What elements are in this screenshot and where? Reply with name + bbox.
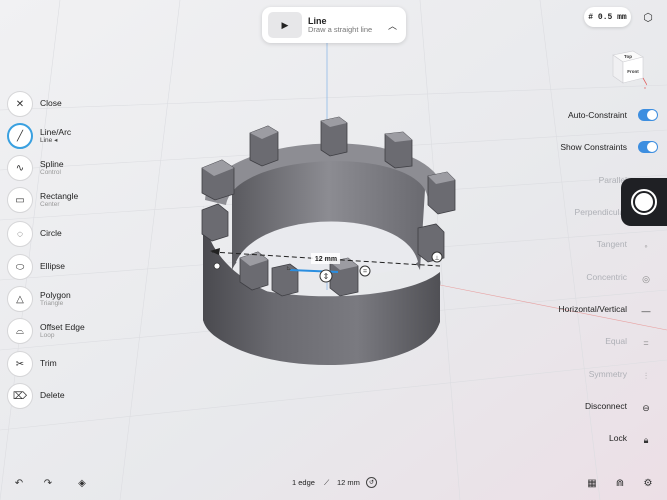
snap-magnet-icon[interactable]: ⋒ (610, 474, 630, 492)
undo-icon[interactable]: ↶ (9, 474, 29, 492)
tool-label: Delete (40, 390, 65, 401)
lock-icon: 🔒︎ (643, 434, 649, 445)
equal-icon: = (363, 269, 367, 276)
constraint-concentric[interactable]: Concentric (586, 272, 627, 288)
tool-line-arc[interactable]: ╱ Line/Arc Line ◂ (7, 122, 127, 150)
edge-length: 12 mm (337, 478, 360, 487)
polygon-icon: △ (7, 286, 33, 312)
tool-label: Ellipse (40, 261, 66, 272)
tool-label: Close (40, 98, 62, 109)
perpendicular-icon: ⊥ (434, 255, 439, 262)
tool-label: Rectangle (40, 190, 79, 201)
constraint-disconnect[interactable]: Disconnect (585, 401, 627, 417)
view-cube-front-label: Front (627, 69, 639, 74)
layers-icon[interactable]: ◈ (72, 474, 92, 492)
angle-marker-icon: ⊾ (286, 265, 292, 272)
view-cube-x-label: x (644, 85, 646, 90)
auto-constraint-toggle[interactable] (638, 109, 658, 121)
record-icon (631, 189, 657, 215)
grid-size-label: # 0.5 mm (588, 12, 627, 22)
selection-status: 1 edge (292, 478, 315, 487)
tool-label: Polygon (40, 289, 71, 300)
settings-gear-icon[interactable]: ⚙ (638, 474, 658, 492)
tool-description: Draw a straight line (308, 24, 373, 34)
concentric-icon: ◎ (642, 273, 650, 284)
record-button[interactable] (621, 178, 667, 226)
close-icon: ✕ (7, 91, 33, 117)
dimension-label[interactable]: 12 mm (315, 256, 337, 263)
ellipse-icon: ⬭ (7, 254, 33, 280)
constraint-tangent[interactable]: Tangent (597, 239, 627, 255)
line-icon: ╱ (7, 123, 33, 149)
show-constraints-toggle[interactable] (638, 141, 658, 153)
equal-icon: = (643, 338, 649, 348)
spline-icon: ∿ (7, 155, 33, 181)
chevron-up-icon[interactable]: ︿ (388, 19, 397, 32)
3d-viewport[interactable]: 12 mm ⇕ = ⊥ ⊾ (0, 0, 667, 500)
tool-offset-edge[interactable]: ⌓ Offset Edge Loop (7, 317, 127, 345)
auto-constraint-label: Auto-Constraint (567, 110, 627, 120)
tool-sublabel: Loop (40, 332, 55, 340)
constraint-lock[interactable]: Lock (609, 433, 627, 449)
constraint-equal[interactable]: Equal (605, 336, 627, 352)
offset-edge-icon: ⌓ (7, 318, 33, 344)
constraint-perpendicular[interactable]: Perpendicular (575, 207, 627, 223)
tool-close[interactable]: ✕ Close (7, 90, 127, 118)
perspective-view-icon[interactable]: ⬡ (638, 7, 658, 27)
trim-icon: ✂ (7, 351, 33, 377)
grid-size-button[interactable]: # 0.5 mm (584, 7, 631, 27)
tool-ellipse[interactable]: ⬭ Ellipse (7, 253, 127, 281)
tool-spline[interactable]: ∿ Spline Control (7, 154, 127, 182)
play-icon[interactable]: ▶ (268, 12, 302, 38)
show-constraints-label: Show Constraints (560, 142, 627, 152)
circle-icon: ◌ (7, 221, 33, 247)
tool-label: Circle (40, 228, 62, 239)
tool-circle[interactable]: ◌ Circle (7, 220, 127, 248)
tool-text: Line Draw a straight line (308, 16, 372, 35)
view-cube-top-label: Top (624, 54, 632, 59)
horizontal-vertical-icon: — (641, 306, 651, 316)
tool-label: Offset Edge (40, 321, 85, 332)
delete-icon: ⌦ (7, 383, 33, 409)
history-icon[interactable]: ↺ (366, 477, 377, 488)
tool-label: Line/Arc (40, 126, 72, 137)
rectangle-icon: ▭ (7, 187, 33, 213)
tool-sublabel[interactable]: Line ◂ (40, 137, 71, 144)
tool-trim[interactable]: ✂ Trim (7, 350, 127, 378)
tool-label: Spline (40, 158, 64, 169)
constraint-marker-left[interactable] (213, 262, 221, 270)
constraint-horizontal-vertical[interactable]: Horizontal/Vertical (558, 304, 627, 320)
symmetry-icon: ⫶ (644, 370, 648, 381)
disconnect-icon: ⊖ (642, 402, 650, 413)
view-cube-x-axis (642, 77, 647, 86)
active-tool-panel[interactable]: ▶ Line Draw a straight line ︿ (262, 7, 406, 43)
constraint-symmetry[interactable]: Symmetry (589, 369, 627, 385)
redo-icon[interactable]: ↷ (38, 474, 58, 492)
view-style-icon[interactable]: ▦ (582, 474, 602, 492)
tool-polygon[interactable]: △ Polygon Triangle (7, 285, 127, 313)
move-handle-icon: ⇕ (323, 272, 330, 281)
tool-sublabel: Triangle (40, 300, 64, 308)
tool-delete[interactable]: ⌦ Delete (7, 382, 127, 410)
edge-length-icon: ⟋ (324, 478, 330, 487)
view-cube[interactable]: Top Front x (603, 47, 647, 91)
tool-rectangle[interactable]: ▭ Rectangle Center (7, 186, 127, 214)
tool-sublabel: Control (40, 169, 61, 177)
tangent-icon: ◦ (644, 241, 648, 251)
tool-label: Trim (40, 358, 57, 369)
tool-sublabel: Center (40, 201, 60, 209)
